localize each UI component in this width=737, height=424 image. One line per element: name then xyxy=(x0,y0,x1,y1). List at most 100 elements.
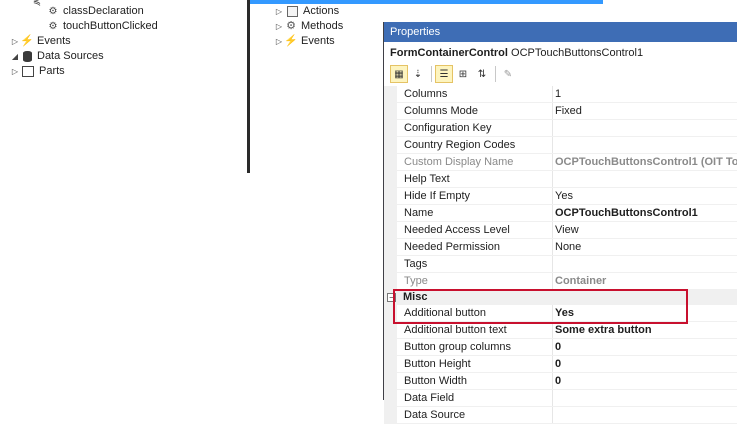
tree-item-parts[interactable]: ▷ Parts xyxy=(10,64,65,79)
toolbar-separator xyxy=(431,66,432,82)
property-row[interactable]: Button Height 0 xyxy=(384,356,737,373)
method-icon: ⚙ xyxy=(48,21,58,32)
property-name: Button Width xyxy=(403,373,553,389)
property-row[interactable]: Columns 1 xyxy=(384,86,737,103)
expand-arrow-icon[interactable]: ▷ xyxy=(274,34,284,49)
tree-item-label: Events xyxy=(37,35,71,47)
property-value[interactable]: Fixed xyxy=(553,103,737,119)
tree-item-class-declaration[interactable]: ⚙ classDeclaration xyxy=(46,4,144,19)
collapse-arrow-icon[interactable]: ◢ xyxy=(10,49,20,64)
property-row[interactable]: Data Source xyxy=(384,407,737,424)
property-row[interactable]: Custom Display Name OCPTouchButtonsContro… xyxy=(384,154,737,171)
categorized-icon: ▦ xyxy=(394,68,404,80)
property-value[interactable]: Yes xyxy=(553,188,737,204)
left-tree-pane: ≼ ⚙ classDeclaration ⚙ touchButtonClicke… xyxy=(0,0,247,173)
property-row[interactable]: Button Width 0 xyxy=(384,373,737,390)
expand-all-button[interactable]: ⊞ xyxy=(454,65,472,83)
selected-object-label[interactable]: FormContainerControl OCPTouchButtonsCont… xyxy=(390,45,643,61)
selected-node-highlight xyxy=(250,0,603,4)
middle-tree-pane: ▷ Actions ▷ ⚙ Methods ▷ ⚡ Events xyxy=(250,0,385,400)
property-name: Additional button text xyxy=(403,322,553,338)
properties-button[interactable]: ☰ xyxy=(435,65,453,83)
actions-icon xyxy=(287,6,298,17)
property-value[interactable]: Some extra button xyxy=(553,322,737,338)
properties-title-bar[interactable]: Properties xyxy=(384,22,737,42)
property-name: Custom Display Name xyxy=(403,154,553,170)
tree-item-events-mid[interactable]: ▷ ⚡ Events xyxy=(274,34,335,49)
property-value[interactable]: 0 xyxy=(553,339,737,355)
property-pages-button[interactable]: ✎ xyxy=(499,65,517,83)
property-value[interactable]: OCPTouchButtonsControl1 xyxy=(553,205,737,221)
property-name: Tags xyxy=(403,256,553,272)
tree-item-label: touchButtonClicked xyxy=(63,20,158,32)
expand-all-icon: ⊞ xyxy=(458,68,468,80)
property-name: Needed Permission xyxy=(403,239,553,255)
property-row[interactable]: Needed Access Level View xyxy=(384,222,737,239)
selected-object-name: OCPTouchButtonsControl1 xyxy=(511,47,644,59)
property-value[interactable] xyxy=(553,256,737,272)
tree-item-data-sources[interactable]: ◢ Data Sources xyxy=(10,49,104,64)
property-row[interactable]: Country Region Codes xyxy=(384,137,737,154)
lightning-icon: ⚡ xyxy=(284,35,298,47)
methods-icon: ⚙ xyxy=(286,20,296,32)
tree-item-methods[interactable]: ▷ ⚙ Methods xyxy=(274,19,343,34)
toolbar-separator xyxy=(495,66,496,82)
property-row[interactable]: Tags xyxy=(384,256,737,273)
expand-arrow-icon[interactable]: ▷ xyxy=(10,64,20,79)
properties-window: Properties FormContainerControl OCPTouch… xyxy=(383,22,737,424)
sort-button[interactable]: ⇅ xyxy=(473,65,491,83)
property-row[interactable]: Help Text xyxy=(384,171,737,188)
properties-icon: ☰ xyxy=(439,68,449,80)
property-name: Data Field xyxy=(403,390,553,406)
property-name: Columns xyxy=(403,86,553,102)
tree-item-label: Actions xyxy=(303,5,340,17)
property-value[interactable]: None xyxy=(553,239,737,255)
property-row[interactable]: Name OCPTouchButtonsControl1 xyxy=(384,205,737,222)
property-value[interactable]: View xyxy=(553,222,737,238)
method-icon: ⚙ xyxy=(48,6,58,17)
properties-toolbar: ▦ ⇣ ☰ ⊞ ⇅ ✎ xyxy=(390,64,518,84)
property-value: Container xyxy=(555,275,607,287)
property-value[interactable] xyxy=(553,407,737,423)
property-name: Button group columns xyxy=(403,339,553,355)
database-icon xyxy=(23,51,32,62)
expand-arrow-icon[interactable]: ▷ xyxy=(10,34,20,49)
tree-item-label: Events xyxy=(301,35,335,47)
tree-item-touch-button-clicked[interactable]: ⚙ touchButtonClicked xyxy=(46,19,158,34)
property-value[interactable] xyxy=(553,120,737,136)
property-value[interactable] xyxy=(553,171,737,187)
parts-icon xyxy=(22,66,34,77)
expand-arrow-icon[interactable]: ▷ xyxy=(274,4,284,19)
property-row[interactable]: Hide If Empty Yes xyxy=(384,188,737,205)
property-name: Hide If Empty xyxy=(403,188,553,204)
method-icon: ≼ xyxy=(32,0,42,8)
property-name: Country Region Codes xyxy=(403,137,553,153)
tree-item-actions[interactable]: ▷ Actions xyxy=(274,4,339,19)
property-value[interactable]: 0 xyxy=(553,373,737,389)
property-row[interactable]: Configuration Key xyxy=(384,120,737,137)
tree-item-label: Data Sources xyxy=(37,50,104,62)
property-value[interactable] xyxy=(553,390,737,406)
sort-icon: ⇅ xyxy=(477,68,487,80)
property-row[interactable]: Additional button text Some extra button xyxy=(384,322,737,339)
tree-item-class-declaration-top[interactable]: ≼ xyxy=(30,0,47,10)
tree-item-label: Parts xyxy=(39,65,65,77)
property-name: Help Text xyxy=(403,171,553,187)
property-row[interactable]: Button group columns 0 xyxy=(384,339,737,356)
property-grid: Columns 1 Columns Mode Fixed Configuration… xyxy=(384,86,737,424)
property-row[interactable]: Columns Mode Fixed xyxy=(384,103,737,120)
expand-arrow-icon[interactable]: ▷ xyxy=(274,19,284,34)
tree-item-events[interactable]: ▷ ⚡ Events xyxy=(10,34,71,49)
categorized-button[interactable]: ▦ xyxy=(390,65,408,83)
property-value[interactable] xyxy=(553,137,737,153)
property-value[interactable]: 0 xyxy=(553,356,737,372)
property-row[interactable]: Data Field xyxy=(384,390,737,407)
property-value[interactable]: 1 xyxy=(553,86,737,102)
property-row[interactable]: Type Container xyxy=(384,273,737,290)
property-row[interactable]: Needed Permission None xyxy=(384,239,737,256)
tree-item-label: Methods xyxy=(301,20,344,32)
alphabetical-button[interactable]: ⇣ xyxy=(409,65,427,83)
property-name: Columns Mode xyxy=(403,103,553,119)
property-name: Name xyxy=(403,205,553,221)
property-value: OCPTouchButtonsControl1 (OIT Touch xyxy=(555,156,737,168)
